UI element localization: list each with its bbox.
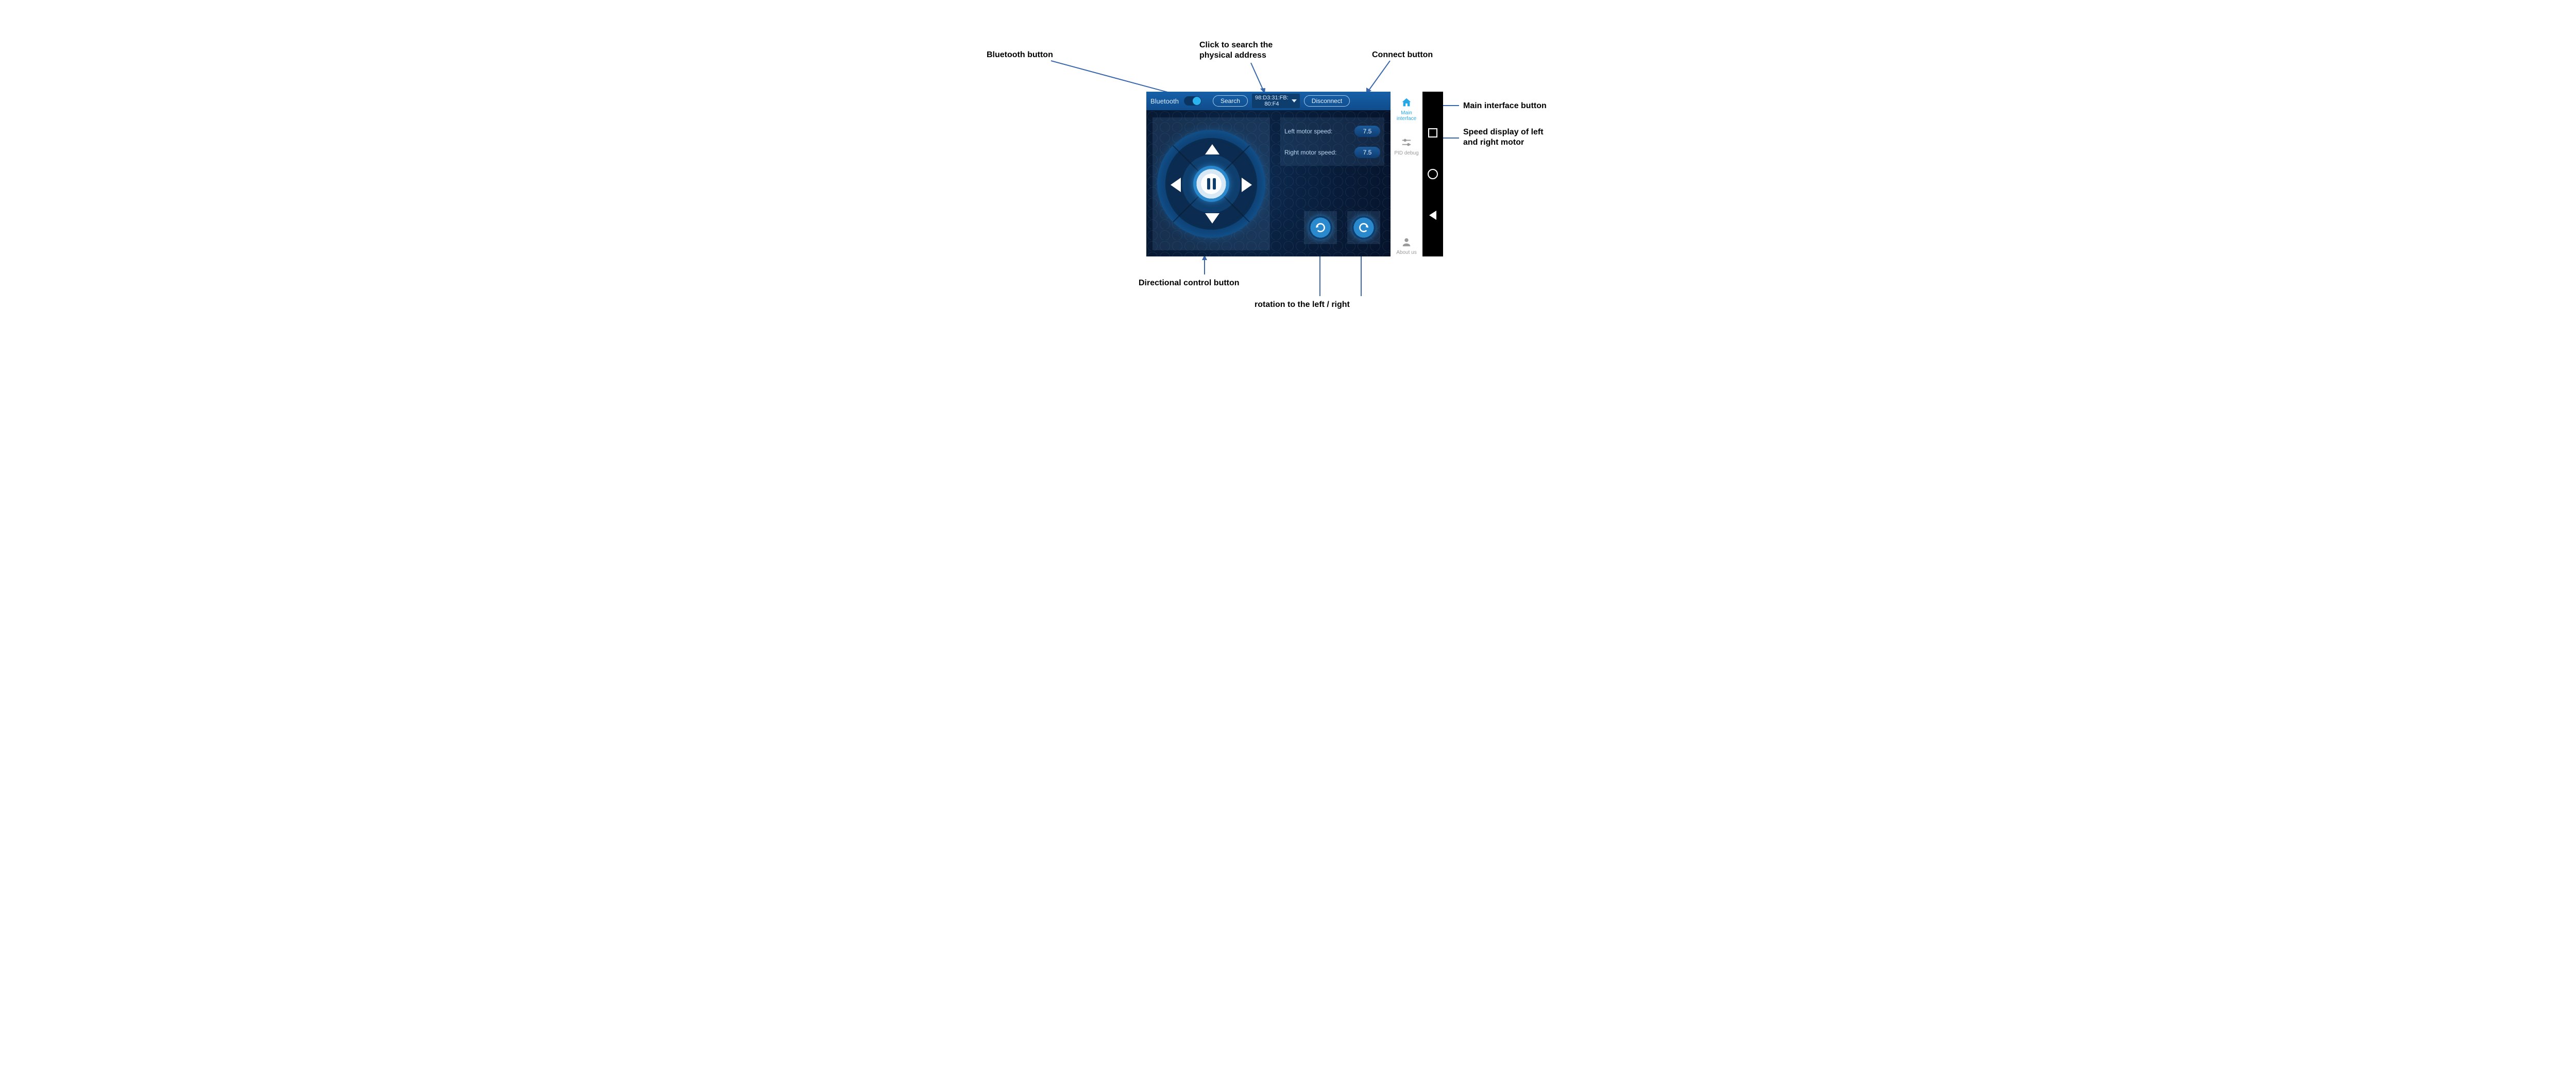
rotate-right-button[interactable] — [1352, 216, 1376, 239]
right-motor-label: Right motor speed: — [1284, 149, 1336, 156]
rotate-ccw-icon — [1314, 221, 1327, 234]
tab-pid-label: PID debug — [1394, 150, 1418, 156]
android-navbar — [1422, 92, 1443, 256]
tab-about-label: About us — [1396, 250, 1416, 255]
sliders-icon — [1401, 137, 1412, 148]
rotate-left-button[interactable] — [1309, 216, 1332, 239]
connect-button[interactable]: Disconnect — [1304, 95, 1350, 107]
nav-back-icon[interactable] — [1429, 211, 1436, 220]
dpad-center-pause-button[interactable] — [1193, 166, 1229, 202]
dpad-left-button[interactable] — [1171, 178, 1181, 192]
left-motor-value: 7.5 — [1354, 126, 1380, 137]
nav-recent-icon[interactable] — [1428, 128, 1437, 137]
home-icon — [1401, 97, 1412, 108]
tab-main-label: Main interface — [1397, 110, 1416, 122]
dpad-right-button[interactable] — [1242, 178, 1252, 192]
speed-row-left: Left motor speed: 7.5 — [1284, 126, 1380, 137]
bluetooth-label: Bluetooth — [1150, 97, 1179, 105]
address-value: 98:D3:31:FB: 80:F4 — [1255, 95, 1289, 107]
tab-about-us[interactable]: About us — [1396, 236, 1416, 255]
app-screen: Bluetooth Search 98:D3:31:FB: 80:F4 Disc… — [1146, 92, 1391, 256]
phone-frame: Bluetooth Search 98:D3:31:FB: 80:F4 Disc… — [1146, 92, 1443, 256]
pause-icon — [1207, 178, 1216, 190]
chevron-down-icon — [1292, 99, 1297, 102]
tab-main-interface[interactable]: Main interface — [1397, 97, 1416, 122]
side-tabs: Main interface PID debug About us — [1391, 92, 1422, 262]
speed-row-right: Right motor speed: 7.5 — [1284, 147, 1380, 158]
rotate-cw-icon — [1357, 221, 1370, 234]
topbar: Bluetooth Search 98:D3:31:FB: 80:F4 Disc… — [1146, 92, 1391, 110]
rotate-right-container — [1347, 211, 1380, 244]
dpad-down-button[interactable] — [1205, 213, 1219, 223]
dpad-up-button[interactable] — [1205, 144, 1219, 154]
speed-panel: Left motor speed: 7.5 Right motor speed:… — [1280, 117, 1384, 166]
tab-pid-debug[interactable]: PID debug — [1394, 137, 1418, 156]
dpad — [1157, 130, 1265, 238]
dpad-container — [1153, 117, 1270, 250]
address-dropdown[interactable]: 98:D3:31:FB: 80:F4 — [1252, 94, 1300, 108]
left-motor-label: Left motor speed: — [1284, 128, 1332, 135]
nav-home-icon[interactable] — [1428, 169, 1438, 179]
rotate-left-container — [1304, 211, 1337, 244]
right-motor-value: 7.5 — [1354, 147, 1380, 158]
bluetooth-toggle[interactable] — [1184, 96, 1201, 106]
toggle-knob — [1193, 97, 1201, 105]
diagram-canvas: Bluetooth button Click to search the phy… — [891, 0, 1685, 314]
search-button[interactable]: Search — [1213, 95, 1248, 107]
person-icon — [1401, 236, 1412, 248]
